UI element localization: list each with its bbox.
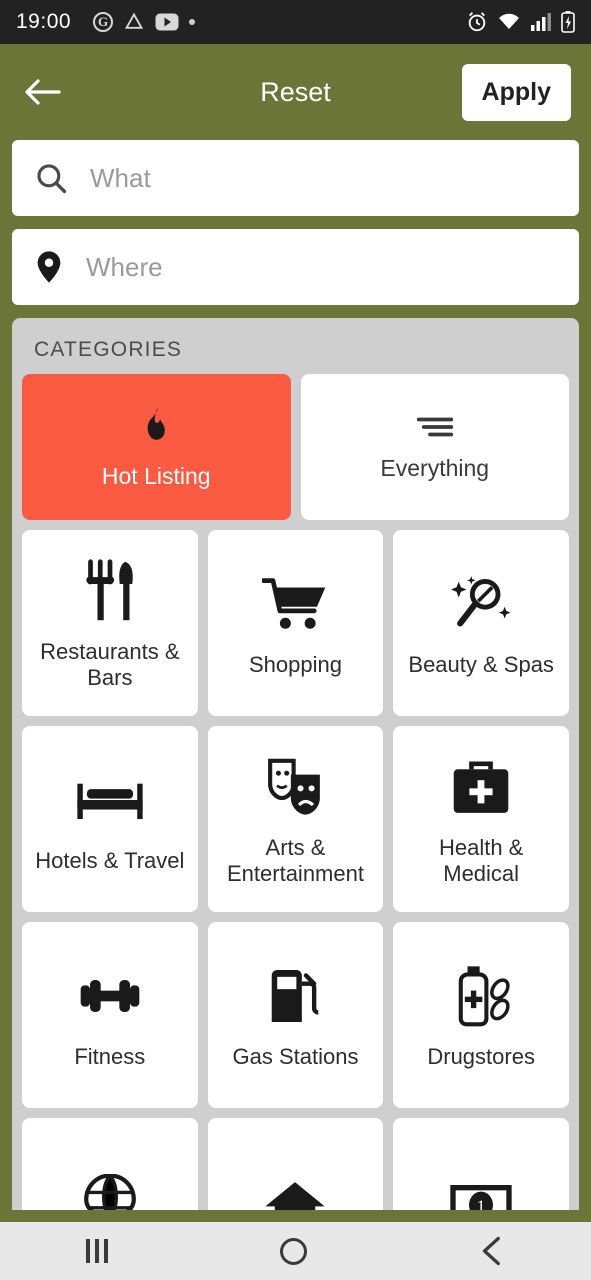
category-tile-label: Arts & Entertainment xyxy=(227,835,364,886)
hot-air-balloon-icon xyxy=(82,1169,138,1210)
category-tile-label: Shopping xyxy=(249,652,342,678)
google-icon: G xyxy=(93,12,114,32)
back-arrow-icon xyxy=(25,79,61,105)
search-what-placeholder: What xyxy=(90,162,151,193)
location-pin-icon xyxy=(37,251,61,283)
category-tile-label: Health & Medical xyxy=(438,835,524,886)
banknote-icon: 1 xyxy=(449,1169,513,1210)
categories-title: CATEGORIES xyxy=(34,338,183,361)
category-tile-restaurants-bars[interactable]: Restaurants & Bars xyxy=(22,530,198,716)
flame-icon xyxy=(147,406,166,440)
featured-row: Hot Listing Everything xyxy=(22,374,569,520)
category-tile-balloon[interactable] xyxy=(22,1118,198,1210)
category-tile-gas-stations[interactable]: Gas Stations xyxy=(207,922,384,1108)
category-tile-drugstores[interactable]: Drugstores xyxy=(393,922,569,1108)
app-header: Reset Apply xyxy=(0,44,591,140)
apply-button[interactable]: Apply xyxy=(461,63,571,121)
status-bar-right xyxy=(466,11,575,33)
category-tile-hotels-travel[interactable]: Hotels & Travel xyxy=(22,726,198,912)
battery-charging-icon xyxy=(561,11,575,33)
lines-icon xyxy=(416,417,453,436)
dot-icon xyxy=(189,19,196,25)
search-what-field[interactable]: What xyxy=(12,140,579,216)
search-where-placeholder: Where xyxy=(86,251,163,282)
pill-bottle-icon xyxy=(450,960,512,1032)
category-tile-banknote[interactable]: 1 xyxy=(393,1118,569,1210)
svg-text:1: 1 xyxy=(477,1197,486,1210)
category-tile-label: Beauty & Spas xyxy=(408,652,554,678)
category-tile-fitness[interactable]: Fitness xyxy=(22,922,198,1108)
categories-grid: Restaurants & Bars Shopping Beauty & Spa… xyxy=(22,530,569,1210)
category-tile-house[interactable] xyxy=(207,1118,384,1210)
status-clock: 19:00 xyxy=(16,10,72,33)
wifi-icon xyxy=(499,13,519,29)
category-tile-health-medical[interactable]: Health & Medical xyxy=(393,726,569,912)
fuel-pump-icon xyxy=(269,960,321,1032)
search-icon xyxy=(37,164,67,194)
categories-panel: CATEGORIES Hot Listing Everything Restau… xyxy=(12,318,579,1210)
mirror-sparkle-icon xyxy=(449,568,513,640)
house-icon xyxy=(264,1169,326,1210)
home-icon[interactable] xyxy=(280,1237,307,1265)
signal-icon xyxy=(531,13,551,31)
recent-apps-icon[interactable] xyxy=(86,1239,108,1263)
drive-icon xyxy=(124,12,144,29)
nav-back-icon[interactable] xyxy=(479,1236,505,1266)
category-hot-listing-label: Hot Listing xyxy=(101,462,211,489)
alarm-icon xyxy=(468,12,486,32)
system-nav-bar xyxy=(0,1222,591,1280)
category-everything-label: Everything xyxy=(380,454,490,481)
category-tile-label: Gas Stations xyxy=(232,1044,359,1070)
bed-icon xyxy=(76,764,144,836)
category-tile-beauty-spas[interactable]: Beauty & Spas xyxy=(393,530,569,716)
back-button[interactable] xyxy=(20,69,66,115)
categories-scroll[interactable]: Hot Listing Everything Restaurants & Bar… xyxy=(12,374,579,1210)
category-tile-label: Fitness xyxy=(74,1044,146,1070)
category-hot-listing[interactable]: Hot Listing xyxy=(22,374,291,520)
theater-masks-icon xyxy=(266,751,324,823)
category-tile-label: Hotels & Travel xyxy=(35,848,185,874)
search-fields: What Where xyxy=(0,140,591,305)
fork-knife-icon xyxy=(82,555,138,627)
category-tile-arts-entertainment[interactable]: Arts & Entertainment xyxy=(207,726,384,912)
medical-bag-icon xyxy=(451,751,511,823)
youtube-icon xyxy=(155,13,179,31)
category-tile-label: Restaurants & Bars xyxy=(40,639,180,690)
status-bar-left: 19:00 G xyxy=(16,10,466,34)
shopping-cart-icon xyxy=(262,568,328,640)
category-tile-shopping[interactable]: Shopping xyxy=(207,530,384,716)
search-where-field[interactable]: Where xyxy=(12,229,579,305)
dumbbell-icon xyxy=(79,960,141,1032)
status-bar: 19:00 G xyxy=(0,0,591,44)
category-everything[interactable]: Everything xyxy=(300,374,569,520)
category-tile-label: Drugstores xyxy=(427,1044,535,1070)
